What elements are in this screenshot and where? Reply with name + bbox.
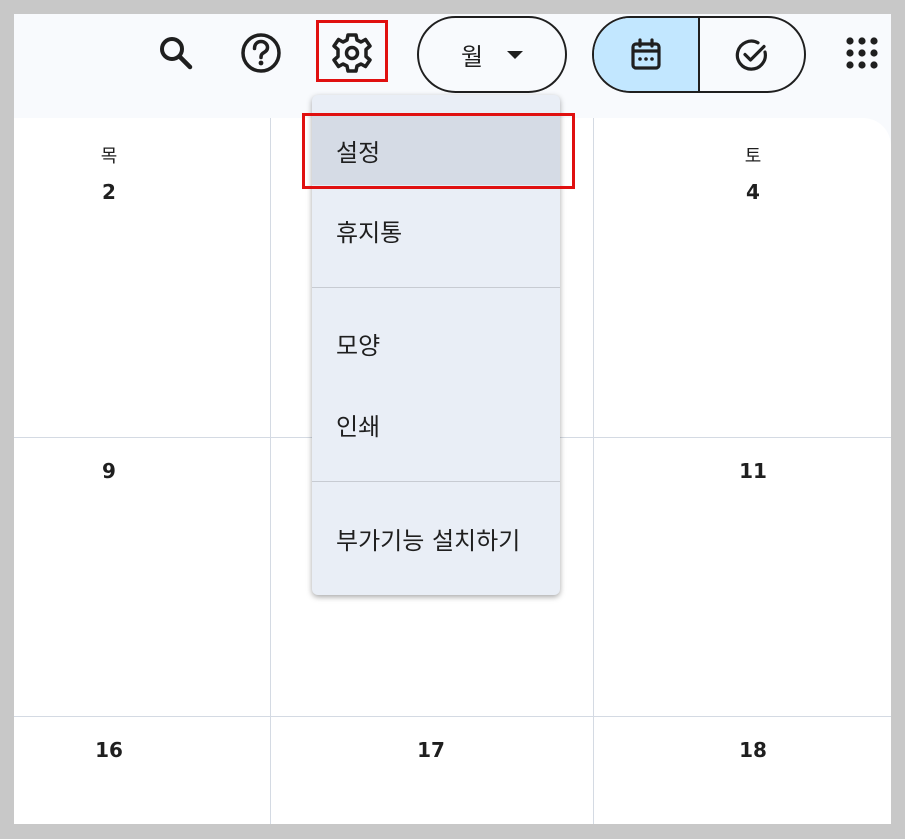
settings-highlight-box	[316, 20, 388, 82]
apps-button[interactable]	[832, 23, 891, 83]
menu-divider	[312, 287, 560, 288]
row-divider	[14, 716, 891, 717]
view-selector-button[interactable]: 월	[417, 16, 567, 93]
date-cell-label[interactable]: 16	[79, 738, 139, 762]
apps-grid-icon	[846, 37, 878, 69]
view-selector-label: 월	[460, 43, 484, 71]
app-frame: 월 목 토 2 4 9 11 16 17 18 설정 휴지통 모양 인쇄 부가기…	[14, 14, 891, 824]
calendar-tasks-toggle	[592, 16, 806, 93]
menu-item-appearance[interactable]: 모양	[312, 308, 560, 378]
menu-item-install-addons[interactable]: 부가기능 설치하기	[312, 503, 560, 573]
date-cell-label[interactable]: 9	[79, 459, 139, 483]
calendar-icon	[631, 37, 661, 70]
help-button[interactable]	[231, 23, 291, 83]
menu-item-highlight-box	[302, 113, 575, 189]
menu-item-trash[interactable]: 휴지통	[312, 195, 560, 265]
date-cell-label[interactable]: 4	[723, 180, 783, 204]
search-icon	[160, 37, 193, 70]
date-cell-label[interactable]: 2	[79, 180, 139, 204]
task-check-icon	[735, 39, 767, 71]
column-divider	[593, 118, 594, 824]
chevron-down-icon	[507, 50, 524, 59]
date-cell-label[interactable]: 11	[723, 459, 783, 483]
day-header-thursday: 목	[100, 146, 118, 167]
search-button[interactable]	[146, 23, 206, 83]
help-icon	[241, 33, 281, 73]
column-divider	[270, 118, 271, 824]
tasks-toggle-button[interactable]	[700, 18, 804, 91]
calendar-toggle-button[interactable]	[594, 18, 700, 91]
date-cell-label[interactable]: 17	[401, 738, 461, 762]
menu-item-print[interactable]: 인쇄	[312, 389, 560, 459]
date-cell-label[interactable]: 18	[723, 738, 783, 762]
day-header-saturday: 토	[744, 146, 762, 167]
menu-divider	[312, 481, 560, 482]
